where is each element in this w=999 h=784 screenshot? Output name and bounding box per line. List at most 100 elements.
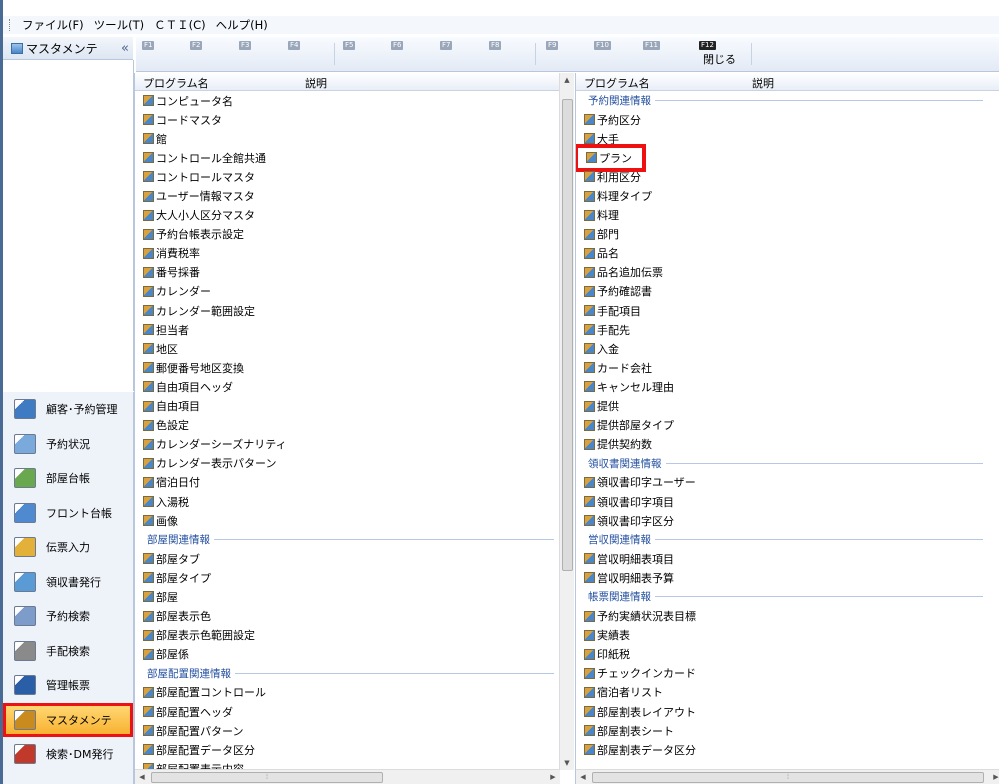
column-description[interactable]: 説明 bbox=[752, 75, 774, 91]
list-item[interactable]: カレンダー bbox=[135, 282, 560, 301]
nav-item[interactable]: フロント台帳 bbox=[3, 496, 133, 531]
list-item[interactable]: 料理 bbox=[576, 206, 989, 225]
scroll-left-icon[interactable]: ◀ bbox=[576, 770, 590, 784]
nav-item[interactable]: 管理帳票 bbox=[3, 668, 133, 703]
nav-item[interactable]: 部屋台帳 bbox=[3, 461, 133, 496]
list-item[interactable]: 品名 bbox=[576, 244, 989, 263]
function-key-f12[interactable]: F12 閉じる bbox=[699, 41, 739, 66]
scroll-thumb[interactable] bbox=[562, 99, 573, 571]
column-description[interactable]: 説明 bbox=[305, 75, 327, 91]
list-item[interactable]: 予約区分 bbox=[576, 110, 989, 129]
list-item[interactable]: 自由項目 bbox=[135, 397, 560, 416]
list-item[interactable]: 部屋表示色範囲設定 bbox=[135, 626, 560, 645]
list-item[interactable]: 領収書印字項目 bbox=[576, 492, 989, 511]
scroll-down-icon[interactable]: ▼ bbox=[560, 756, 574, 770]
column-program-name[interactable]: プログラム名 bbox=[584, 75, 650, 91]
function-key-f1[interactable]: F1 bbox=[142, 41, 182, 65]
list-item[interactable]: 印紙税 bbox=[576, 645, 989, 664]
list-item[interactable]: コントロールマスタ bbox=[135, 167, 560, 186]
list-item[interactable]: 地区 bbox=[135, 339, 560, 358]
list-item[interactable]: 領収書印字区分 bbox=[576, 511, 989, 530]
function-key-f7[interactable]: F7 bbox=[440, 41, 480, 65]
function-key-f11[interactable]: F11 bbox=[643, 41, 683, 65]
list-item[interactable]: 部屋タイプ bbox=[135, 568, 560, 587]
list-item[interactable]: 宿泊者リスト bbox=[576, 683, 989, 702]
column-program-name[interactable]: プログラム名 bbox=[143, 75, 209, 91]
scroll-up-icon[interactable]: ▲ bbox=[560, 73, 574, 87]
menu-file[interactable]: ファイル(F) bbox=[19, 17, 91, 33]
list-item[interactable]: 番号採番 bbox=[135, 263, 560, 282]
list-item[interactable]: ユーザー情報マスタ bbox=[135, 186, 560, 205]
list-item[interactable]: 入湯税 bbox=[135, 492, 560, 511]
list-item[interactable]: コントロール全館共通 bbox=[135, 148, 560, 167]
list-item[interactable]: カレンダーシーズナリティ bbox=[135, 435, 560, 454]
list-item[interactable]: 部屋表示色 bbox=[135, 607, 560, 626]
function-key-f10[interactable]: F10 bbox=[594, 41, 634, 65]
list-item[interactable]: 部屋係 bbox=[135, 645, 560, 664]
list-item[interactable]: 部屋割表シート bbox=[576, 721, 989, 740]
list-item[interactable]: 営収明細表項目 bbox=[576, 549, 989, 568]
scroll-right-icon[interactable]: ▶ bbox=[989, 770, 999, 784]
list-item[interactable]: 部屋配置データ区分 bbox=[135, 740, 560, 759]
list-item[interactable]: 提供部屋タイプ bbox=[576, 416, 989, 435]
nav-item[interactable]: 予約検索 bbox=[3, 599, 133, 634]
list-item[interactable]: 部屋配置コントロール bbox=[135, 683, 560, 702]
nav-item[interactable]: 手配検索 bbox=[3, 634, 133, 669]
list-item[interactable]: 郵便番号地区変換 bbox=[135, 358, 560, 377]
list-item[interactable]: カード会社 bbox=[576, 358, 989, 377]
list-item[interactable]: 担当者 bbox=[135, 320, 560, 339]
list-item[interactable]: キャンセル理由 bbox=[576, 377, 989, 396]
list-item[interactable]: 手配項目 bbox=[576, 301, 989, 320]
function-key-f4[interactable]: F4 bbox=[288, 41, 328, 65]
scroll-left-icon[interactable]: ◀ bbox=[135, 770, 149, 784]
list-item[interactable]: 部屋配置パターン bbox=[135, 721, 560, 740]
list-item[interactable]: 提供 bbox=[576, 397, 989, 416]
collapse-nav-button[interactable]: « bbox=[121, 41, 129, 56]
right-horizontal-scrollbar[interactable]: ◀ ⦙ ▶ bbox=[576, 769, 999, 784]
list-item[interactable]: 料理タイプ bbox=[576, 186, 989, 205]
list-item[interactable]: チェックインカード bbox=[576, 664, 989, 683]
list-item[interactable]: 宿泊日付 bbox=[135, 473, 560, 492]
function-key-f8[interactable]: F8 bbox=[489, 41, 529, 65]
list-item[interactable]: 営収明細表予算 bbox=[576, 568, 989, 587]
list-item[interactable]: カレンダー範囲設定 bbox=[135, 301, 560, 320]
list-item[interactable]: 予約台帳表示設定 bbox=[135, 225, 560, 244]
nav-item[interactable]: マスタメンテ bbox=[3, 702, 133, 737]
list-item[interactable]: 部屋割表レイアウト bbox=[576, 702, 989, 721]
nav-item[interactable]: 予約状況 bbox=[3, 427, 133, 462]
scroll-thumb[interactable]: ⦙ bbox=[592, 772, 984, 783]
list-item[interactable]: プラン bbox=[576, 143, 989, 172]
function-key-f5[interactable]: F5 bbox=[343, 41, 383, 65]
list-item[interactable]: 利用区分 bbox=[576, 167, 989, 186]
nav-item[interactable]: 検索･DM発行 bbox=[3, 737, 133, 772]
menu-tools[interactable]: ツール(T) bbox=[91, 17, 152, 33]
list-item[interactable]: 部屋割表データ区分 bbox=[576, 740, 989, 759]
list-item[interactable]: 予約確認書 bbox=[576, 282, 989, 301]
list-item[interactable]: 消費税率 bbox=[135, 244, 560, 263]
left-vertical-scrollbar[interactable]: ▲ ▼ bbox=[559, 73, 574, 770]
function-key-f9[interactable]: F9 bbox=[546, 41, 586, 65]
list-item[interactable]: コードマスタ bbox=[135, 110, 560, 129]
list-item[interactable]: 予約実績状況表目標 bbox=[576, 607, 989, 626]
nav-item[interactable]: 顧客･予約管理 bbox=[3, 392, 133, 427]
list-item[interactable]: 手配先 bbox=[576, 320, 989, 339]
menu-cti[interactable]: ＣＴＩ(C) bbox=[151, 17, 213, 33]
list-item[interactable]: 自由項目ヘッダ bbox=[135, 377, 560, 396]
list-item[interactable]: 画像 bbox=[135, 511, 560, 530]
list-item[interactable]: コンピュータ名 bbox=[135, 91, 560, 110]
list-item[interactable]: 館 bbox=[135, 129, 560, 148]
scroll-thumb[interactable]: ⦙ bbox=[151, 772, 383, 783]
list-item[interactable]: 部屋配置ヘッダ bbox=[135, 702, 560, 721]
list-item[interactable]: 入金 bbox=[576, 339, 989, 358]
list-item[interactable]: 部屋タブ bbox=[135, 549, 560, 568]
scroll-right-icon[interactable]: ▶ bbox=[546, 770, 560, 784]
list-item[interactable]: 実績表 bbox=[576, 626, 989, 645]
function-key-f3[interactable]: F3 bbox=[239, 41, 279, 65]
list-item[interactable]: 部門 bbox=[576, 225, 989, 244]
menu-help[interactable]: ヘルプ(H) bbox=[213, 17, 275, 33]
list-item[interactable]: 色設定 bbox=[135, 416, 560, 435]
list-item[interactable]: 大人小人区分マスタ bbox=[135, 206, 560, 225]
list-item[interactable]: 領収書印字ユーザー bbox=[576, 473, 989, 492]
list-item[interactable]: 提供契約数 bbox=[576, 435, 989, 454]
list-item[interactable]: カレンダー表示パターン bbox=[135, 454, 560, 473]
